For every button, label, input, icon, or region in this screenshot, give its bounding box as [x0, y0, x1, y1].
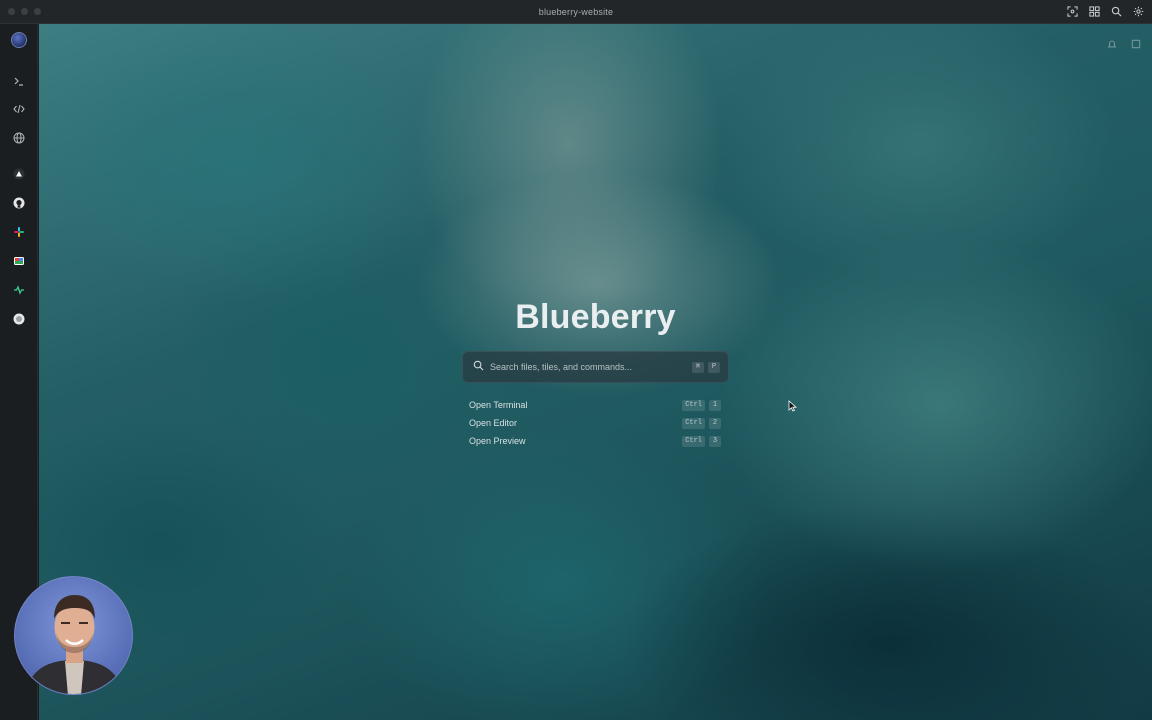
open-terminal-action[interactable]: Open Terminal Ctrl 1: [469, 396, 721, 414]
window-title: blueberry-website: [538, 6, 614, 17]
shortcut-key: Ctrl: [682, 417, 705, 429]
webcam-overlay: [14, 576, 133, 695]
github-icon[interactable]: [9, 193, 29, 213]
open-editor-action[interactable]: Open Editor Ctrl 2: [469, 414, 721, 432]
focus-icon[interactable]: [1066, 5, 1078, 17]
shortcut-key: Ctrl: [682, 399, 705, 411]
shortcut-key: 2: [709, 417, 721, 429]
close-window-button[interactable]: [8, 8, 15, 15]
search-shortcut: ⌘ P: [692, 361, 720, 373]
minimize-window-button[interactable]: [21, 8, 28, 15]
brand-title: Blueberry: [515, 298, 676, 336]
bell-icon[interactable]: [1106, 38, 1118, 50]
shortcut-key: P: [708, 361, 720, 373]
open-preview-action[interactable]: Open Preview Ctrl 3: [469, 432, 721, 450]
quick-actions: Open Terminal Ctrl 1 Open Editor Ctrl 2 …: [469, 396, 721, 450]
app-avatar-icon[interactable]: [9, 30, 29, 50]
presenter-avatar: [25, 595, 124, 694]
vercel-icon[interactable]: [9, 164, 29, 184]
grid-icon[interactable]: [1088, 5, 1100, 17]
slack-icon[interactable]: [9, 222, 29, 242]
title-bar: blueberry-website: [0, 0, 1152, 24]
shortcut-key: 3: [709, 435, 721, 447]
mouse-cursor-icon: [788, 400, 798, 412]
activity-icon[interactable]: [9, 280, 29, 300]
circle-app-icon[interactable]: [9, 309, 29, 329]
shortcut-key: ⌘: [692, 361, 704, 373]
action-label: Open Preview: [469, 436, 526, 446]
window-controls[interactable]: [8, 8, 41, 15]
expand-icon[interactable]: [1130, 38, 1142, 50]
search-icon[interactable]: [1110, 5, 1122, 17]
globe-icon[interactable]: [9, 128, 29, 148]
shortcut-key: 1: [709, 399, 721, 411]
search-icon: [473, 358, 484, 376]
zoom-window-button[interactable]: [34, 8, 41, 15]
shortcut-key: Ctrl: [682, 435, 705, 447]
figma-icon[interactable]: [9, 251, 29, 271]
settings-icon[interactable]: [1132, 5, 1144, 17]
search-input[interactable]: [490, 362, 680, 372]
terminal-icon[interactable]: [9, 71, 29, 91]
code-icon[interactable]: [9, 99, 29, 119]
action-label: Open Editor: [469, 418, 518, 428]
home-screen: Blueberry ⌘ P Open Terminal Ctrl 1 Open …: [39, 24, 1152, 720]
command-search[interactable]: ⌘ P: [462, 351, 729, 383]
action-label: Open Terminal: [469, 400, 528, 410]
